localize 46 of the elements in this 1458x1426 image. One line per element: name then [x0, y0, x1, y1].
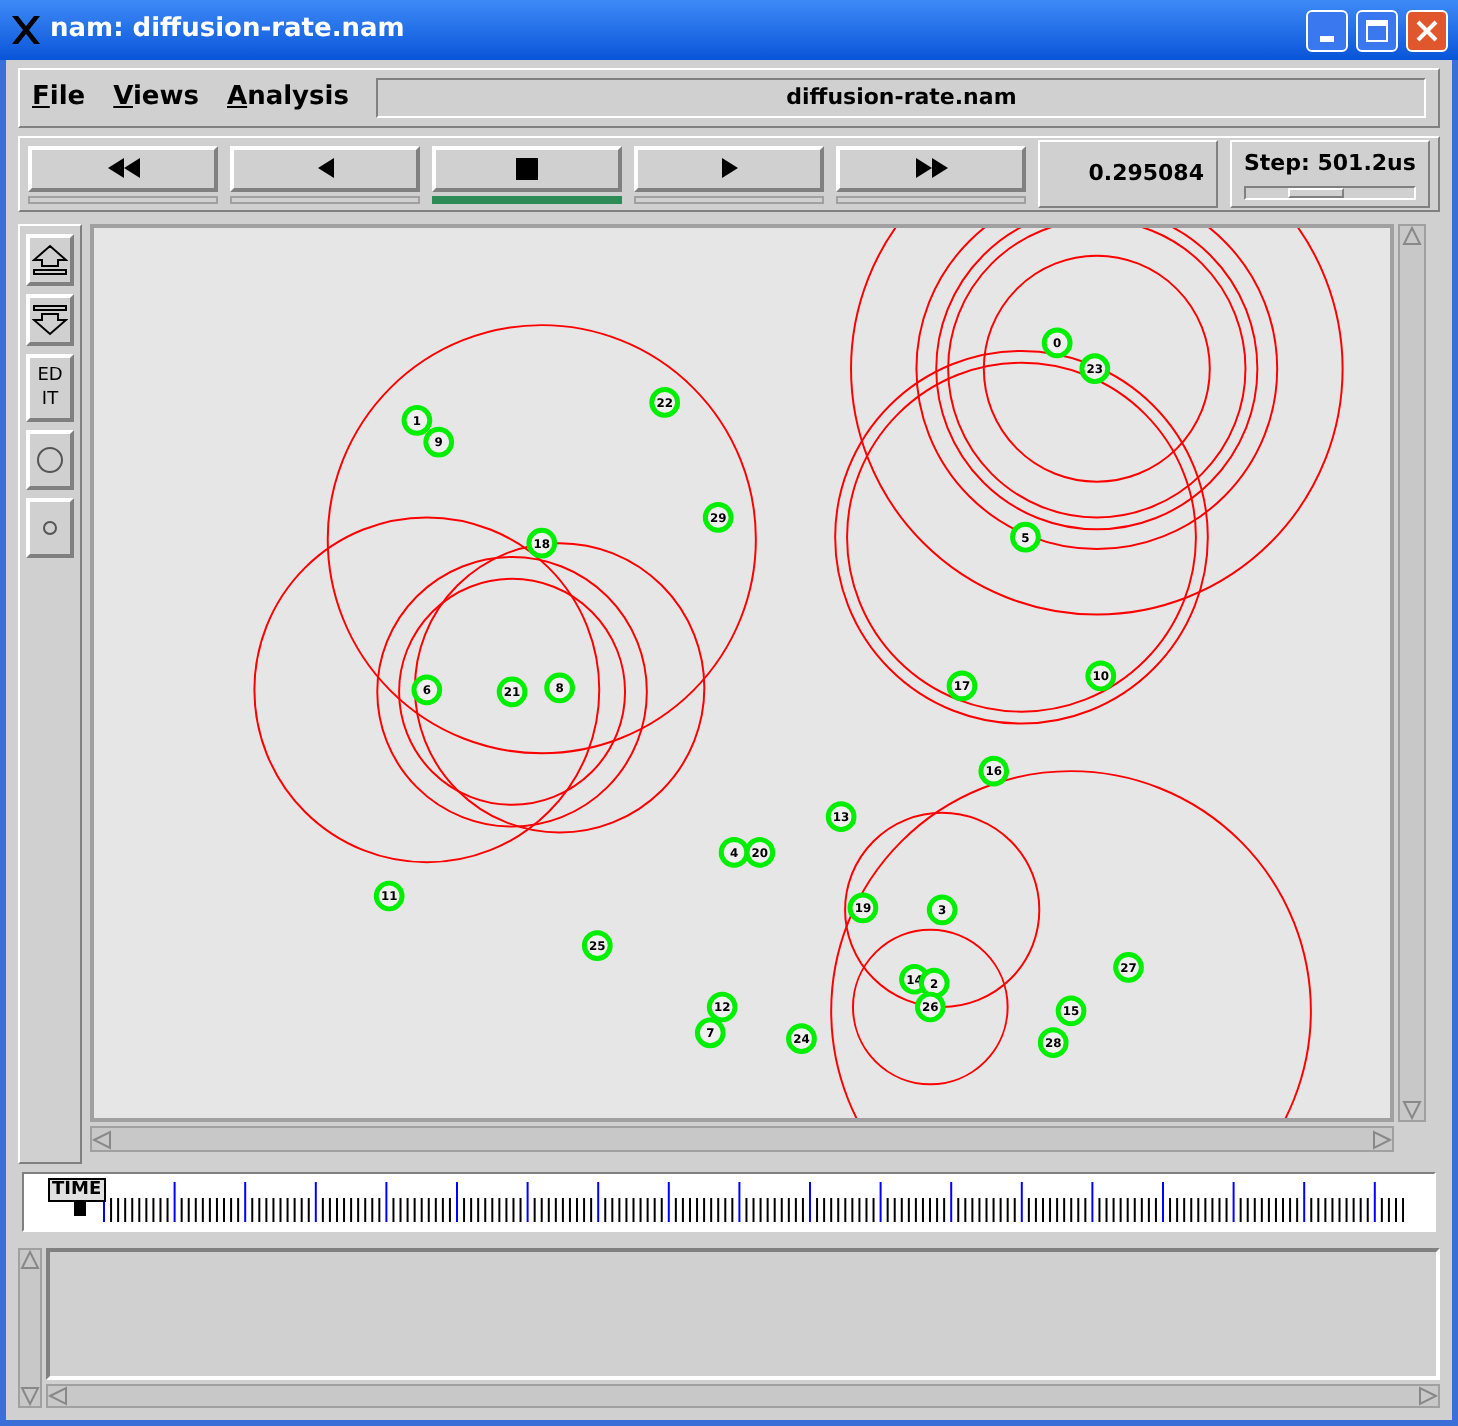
minimize-icon: [1320, 35, 1334, 41]
vertical-scrollbar[interactable]: [1398, 224, 1426, 1122]
node-tool-button[interactable]: [26, 430, 74, 490]
horizontal-scrollbar[interactable]: [46, 1384, 1440, 1408]
scroll-down-icon: [1402, 1100, 1422, 1120]
scroll-left-icon: [92, 1129, 112, 1149]
playback-button[interactable]: [28, 145, 218, 191]
rewind-icon: [107, 156, 139, 180]
scroll-right-icon: [1372, 1129, 1392, 1149]
close-icon: [1416, 19, 1438, 41]
play-icon: [719, 156, 739, 180]
step-slider-thumb[interactable]: [1288, 187, 1345, 198]
window-title: nam: diffusion-rate.nam: [50, 12, 405, 49]
playback-button[interactable]: [836, 145, 1026, 191]
playback-button[interactable]: [432, 145, 622, 191]
maximize-icon: [1366, 19, 1388, 41]
menu-item[interactable]: Analysis: [227, 78, 349, 118]
menu-item[interactable]: Views: [113, 78, 199, 118]
horizontal-scrollbar[interactable]: [90, 1126, 1394, 1152]
vertical-scrollbar[interactable]: [18, 1248, 42, 1408]
scroll-right-icon: [1418, 1386, 1438, 1406]
time-slider-thumb[interactable]: [74, 1200, 87, 1216]
circle-icon: [36, 446, 64, 474]
scroll-up-icon: [20, 1250, 40, 1270]
maximize-button[interactable]: [1356, 9, 1398, 51]
scroll-left-icon: [48, 1386, 68, 1406]
scroll-down-icon: [20, 1386, 40, 1406]
x-logo-icon: [10, 14, 42, 46]
arrow-up-icon: [32, 244, 68, 276]
time-label: TIME: [48, 1178, 106, 1202]
close-button[interactable]: [1406, 9, 1448, 51]
small-circle-icon: [42, 520, 58, 536]
arrow-down-icon: [32, 304, 68, 336]
scroll-up-icon: [1402, 226, 1422, 246]
time-display: 0.295084: [1038, 140, 1218, 208]
small-node-tool-button[interactable]: [26, 498, 74, 558]
fast-forward-icon: [915, 156, 947, 180]
step-label: Step: 501.2us: [1244, 148, 1416, 181]
zoom-out-button[interactable]: [26, 294, 74, 346]
file-name-field: diffusion-rate.nam: [376, 78, 1426, 118]
stop-icon: [516, 157, 538, 179]
zoom-in-button[interactable]: [26, 234, 74, 286]
minimize-button[interactable]: [1306, 9, 1348, 51]
back-icon: [315, 156, 335, 180]
menu-item[interactable]: File: [32, 78, 86, 118]
edit-button[interactable]: EDIT: [26, 354, 74, 422]
